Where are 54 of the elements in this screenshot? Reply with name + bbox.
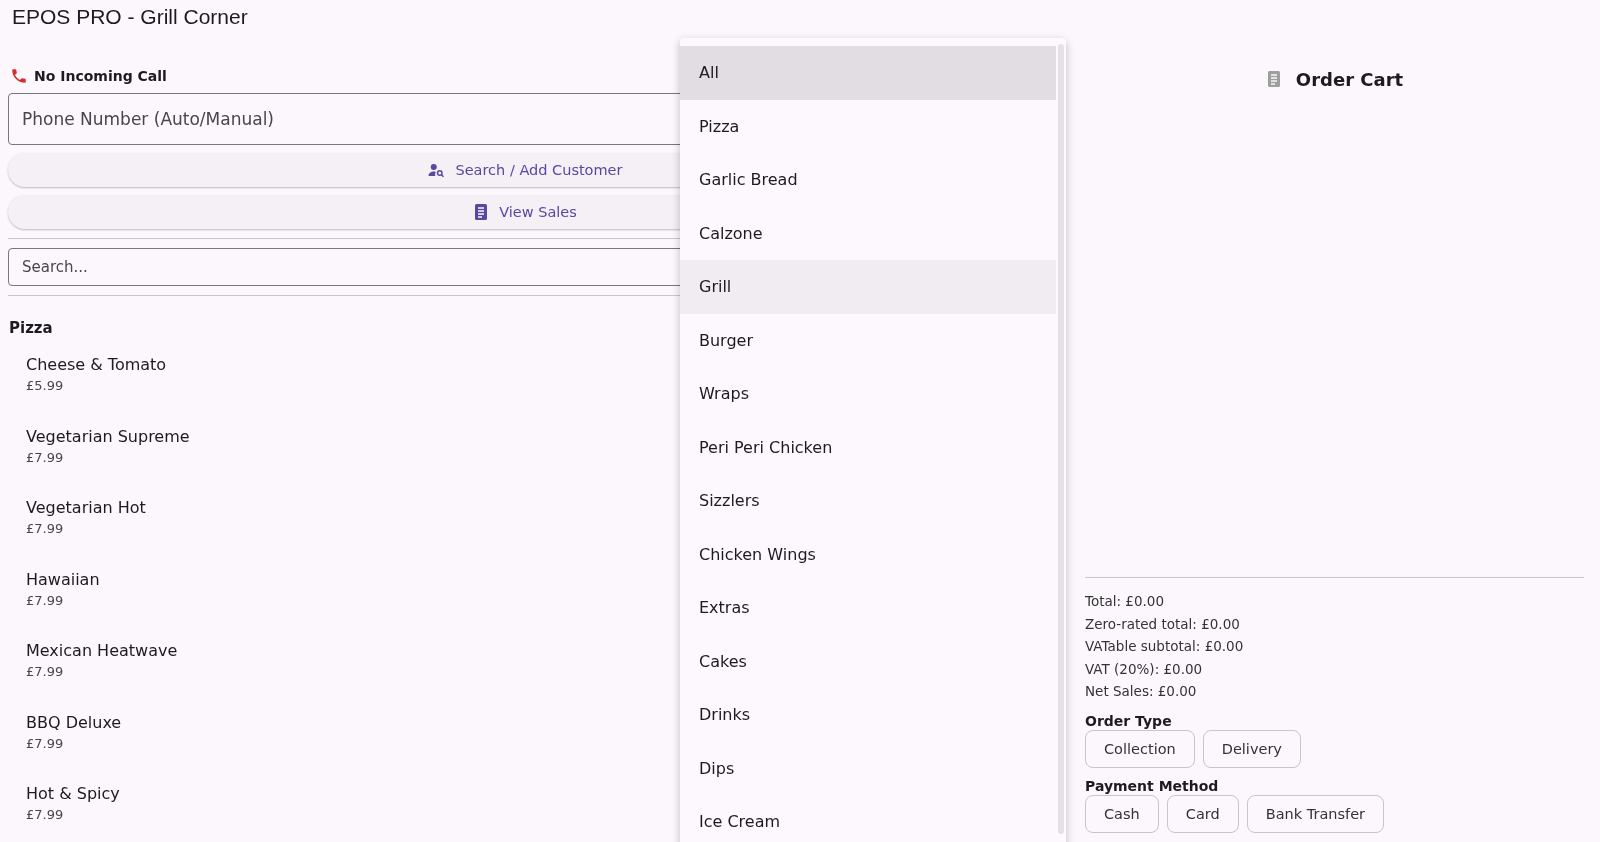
section-label: Payment Method [1085,777,1219,794]
item-price: £7.99 [26,664,64,679]
dropdown-option[interactable]: Sizzlers [680,474,1056,528]
section-label: Order Type [1085,712,1172,729]
window-title: EPOS PRO - Grill Corner [11,4,249,30]
item-price: £7.99 [26,735,64,751]
menu-item[interactable]: Hot & Spicy £7.99 [8,776,138,842]
scrollbar[interactable] [1058,44,1064,834]
menu-item[interactable]: Mexican Heatwave £7.99 [8,633,196,705]
total-line: VAT (20%): £0.00 [1085,659,1203,679]
receipt-icon [1265,70,1282,88]
dropdown-option[interactable]: Cakes [680,634,1056,688]
total-line: Net Sales: £0.00 [1085,682,1197,701]
dropdown-option[interactable]: All [680,46,1056,100]
dropdown-option[interactable]: Dips [680,741,1056,795]
total-line: Zero-rated total: £0.00 [1085,614,1240,634]
person-search-icon [427,161,446,179]
item-price: £5.99 [26,378,64,393]
item-price: £7.99 [26,449,64,465]
dropdown-option[interactable]: Grill [680,260,1056,314]
dropdown-option[interactable]: Chicken Wings [680,527,1056,581]
phone-icon [10,67,28,85]
category-heading: Pizza [8,318,54,339]
cart-title: Order Cart [1295,68,1404,90]
item-name: BBQ Deluxe [26,712,122,732]
payment-button[interactable]: Card [1166,794,1239,833]
dropdown-option[interactable]: Extras [680,581,1056,635]
menu-item[interactable]: Vegetarian Hot £7.99 [8,490,164,562]
total-line: Total: £0.00 [1085,592,1165,611]
item-price: £7.99 [26,807,64,822]
menu-item[interactable]: BBQ Deluxe £7.99 [8,704,140,776]
dropdown-option[interactable]: Ice Cream [680,795,1056,842]
dropdown-option[interactable]: Peri Peri Chicken [680,420,1056,474]
order-type-button[interactable]: Delivery [1202,729,1301,768]
dropdown-option[interactable]: Wraps [680,367,1056,421]
dropdown-option[interactable]: Burger [680,313,1056,367]
item-name: Vegetarian Hot [26,498,146,517]
payment-button[interactable]: Bank Transfer [1246,794,1385,833]
item-price: £7.99 [26,592,64,608]
item-name: Vegetarian Supreme [26,426,190,446]
item-price: £7.99 [26,521,64,536]
call-status: No Incoming Call [34,68,167,84]
item-name: Hot & Spicy [26,784,120,803]
menu-item[interactable]: Cheese & Tomato £5.99 [8,347,185,419]
payment-button[interactable]: Cash [1085,794,1159,833]
menu-item[interactable]: Vegetarian Supreme £7.99 [8,418,208,490]
item-name: Hawaiian [26,569,100,589]
order-type-button[interactable]: Collection [1085,729,1195,768]
dropdown-option[interactable]: Drinks [680,688,1056,742]
total-line: VATable subtotal: £0.00 [1085,637,1244,656]
receipt-icon [473,203,490,221]
menu-item[interactable]: Hawaiian £7.99 [8,561,118,633]
item-name: Cheese & Tomato [26,355,167,374]
item-name: Mexican Heatwave [26,641,178,660]
